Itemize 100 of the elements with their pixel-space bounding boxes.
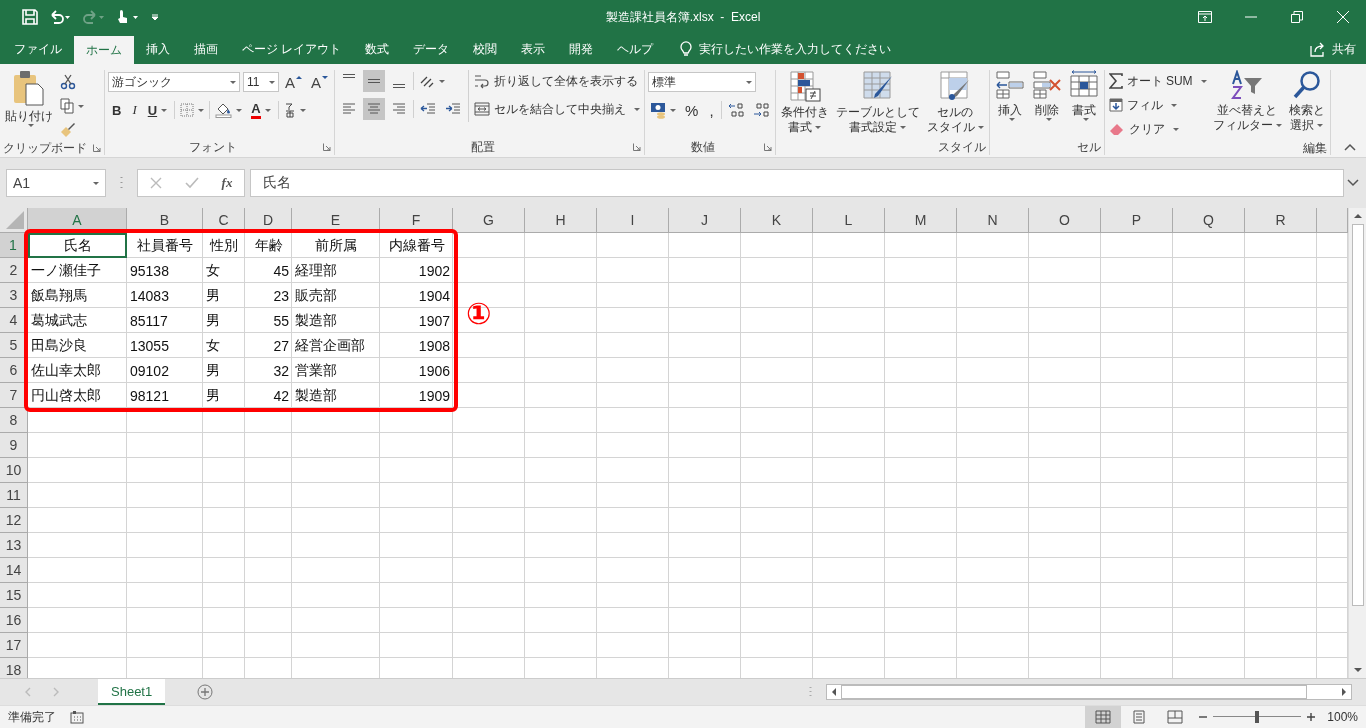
column-header[interactable]: J [669,208,741,233]
ribbon-tab[interactable]: ホーム [74,36,134,64]
sort-filter-button[interactable]: 並べ替えと フィルター [1210,70,1284,133]
copy-button[interactable] [58,96,86,116]
format-cells-button[interactable]: 書式 [1066,70,1101,121]
dialog-launcher-icon[interactable] [633,143,642,151]
merge-center-button[interactable]: セルを結合して中央揃え [473,98,642,120]
cell-styles-button[interactable]: セルの スタイル [924,70,986,135]
add-sheet-icon[interactable] [197,684,214,700]
row-header[interactable]: 9 [0,433,28,458]
scroll-up-icon[interactable] [1352,212,1363,220]
ribbon-tab[interactable]: 描画 [182,34,230,64]
scrollbar-thumb[interactable] [1351,224,1364,606]
zoom-slider[interactable] [1213,710,1302,724]
ribbon-tab[interactable]: 数式 [353,34,402,64]
horizontal-scrollbar[interactable] [826,684,1352,700]
column-header[interactable]: O [1029,208,1101,233]
ribbon-tab[interactable]: 校閲 [461,34,510,64]
italic-button[interactable]: I [128,100,141,120]
tell-me-field[interactable]: 実行したい作業を入力してください [699,34,920,64]
row-header[interactable]: 12 [0,508,28,533]
column-header[interactable]: L [813,208,885,233]
font-color-button[interactable]: A [247,100,275,120]
table-cell-text: 佐山幸太郎 [30,360,102,380]
comma-style-button[interactable]: , [705,100,718,120]
ribbon-tab[interactable]: 開発 [557,34,606,64]
zoom-slider-thumb[interactable] [1255,711,1260,723]
column-header[interactable]: R [1245,208,1317,233]
ribbon-tab[interactable]: ファイル [2,34,74,64]
shrink-font-button[interactable]: A [308,72,332,92]
row-header[interactable]: 10 [0,458,28,483]
fill-button[interactable]: フィル [1107,94,1208,116]
collapse-ribbon-icon[interactable] [1344,143,1356,151]
row-header[interactable]: 13 [0,533,28,558]
row-header[interactable]: 14 [0,558,28,583]
row-header[interactable]: 15 [0,583,28,608]
row-header[interactable]: 8 [0,408,28,433]
format-cells-icon [1068,70,1099,100]
row-header[interactable]: 17 [0,633,28,658]
center-button[interactable] [363,98,386,120]
macro-record-icon[interactable] [70,710,84,724]
clear-button[interactable]: クリア [1107,118,1208,140]
find-select-button[interactable]: 検索と 選択 [1286,70,1327,133]
paste-button[interactable]: 貼り付け [3,70,55,127]
normal-view-button[interactable] [1085,706,1122,728]
format-as-table-button[interactable]: テーブルとして 書式設定 [833,70,922,135]
number-format-dropdown[interactable]: 標準 [648,72,757,92]
column-header[interactable]: K [741,208,813,233]
ribbon-tab[interactable]: 挿入 [134,34,182,64]
font-size-dropdown[interactable]: 11 [243,72,279,92]
scrollbar-thumb[interactable] [841,685,1307,699]
vertical-scrollbar[interactable] [1348,208,1366,678]
grow-font-button[interactable]: A [282,72,305,92]
wrap-text-button[interactable]: 折り返して全体を表示する [473,70,642,92]
table-cell-text: 性別 [208,235,239,255]
column-header[interactable]: N [957,208,1029,233]
bold-button[interactable]: B [108,100,126,120]
column-header[interactable]: M [885,208,957,233]
scroll-left-icon[interactable] [830,687,838,697]
underline-button[interactable]: U [143,100,172,120]
dialog-launcher-icon[interactable] [323,143,332,151]
middle-align-button[interactable] [363,70,386,92]
scroll-down-icon[interactable] [1352,666,1363,674]
zoom-out-icon[interactable] [1199,713,1208,721]
dialog-launcher-icon[interactable] [93,144,101,152]
sheet-tab[interactable]: Sheet1 [98,679,166,705]
expand-formula-button[interactable] [1346,179,1360,187]
font-name-dropdown[interactable]: 游ゴシック [108,72,240,92]
view-icon [1167,710,1184,724]
dialog-launcher-icon[interactable] [763,143,772,151]
column-header[interactable]: P [1101,208,1173,233]
column-header[interactable]: G [453,208,525,233]
insert-function-button[interactable]: fx [221,175,233,191]
zoom-in-icon[interactable] [1307,713,1316,721]
table-cell-text: 女 [205,335,221,355]
align-lines-icon [392,102,407,116]
ribbon-tab[interactable]: データ [401,34,462,64]
caret-icon [78,104,84,108]
align-lines-icon [342,102,357,116]
column-header[interactable]: Q [1173,208,1245,233]
scroll-right-icon[interactable] [1340,687,1348,697]
share-button[interactable]: 共有 [1300,34,1366,64]
autosum-button[interactable]: オート SUM [1107,70,1208,92]
row-header[interactable]: 18 [0,658,28,678]
name-box[interactable]: A1 [6,169,106,197]
row-header[interactable]: 16 [0,608,28,633]
column-header[interactable]: H [525,208,597,233]
insert-cells-button[interactable]: 挿入 [992,70,1027,121]
align-lines-icon [392,84,407,88]
row-header[interactable]: 11 [0,483,28,508]
percent-style-button[interactable]: % [681,100,703,120]
align-lines-icon [342,74,357,78]
ribbon-tab[interactable]: ヘルプ [605,34,666,64]
ribbon-tab[interactable]: ページ レイアウト [230,34,354,64]
formula-field[interactable]: 氏名 [250,169,1344,197]
column-header[interactable]: I [597,208,669,233]
ribbon-tab[interactable]: 表示 [509,34,558,64]
zoom-level[interactable]: 100% [1327,710,1358,724]
conditional-format-button[interactable]: 条件付き 書式 [778,70,831,135]
delete-cells-button[interactable]: 削除 [1029,70,1064,121]
